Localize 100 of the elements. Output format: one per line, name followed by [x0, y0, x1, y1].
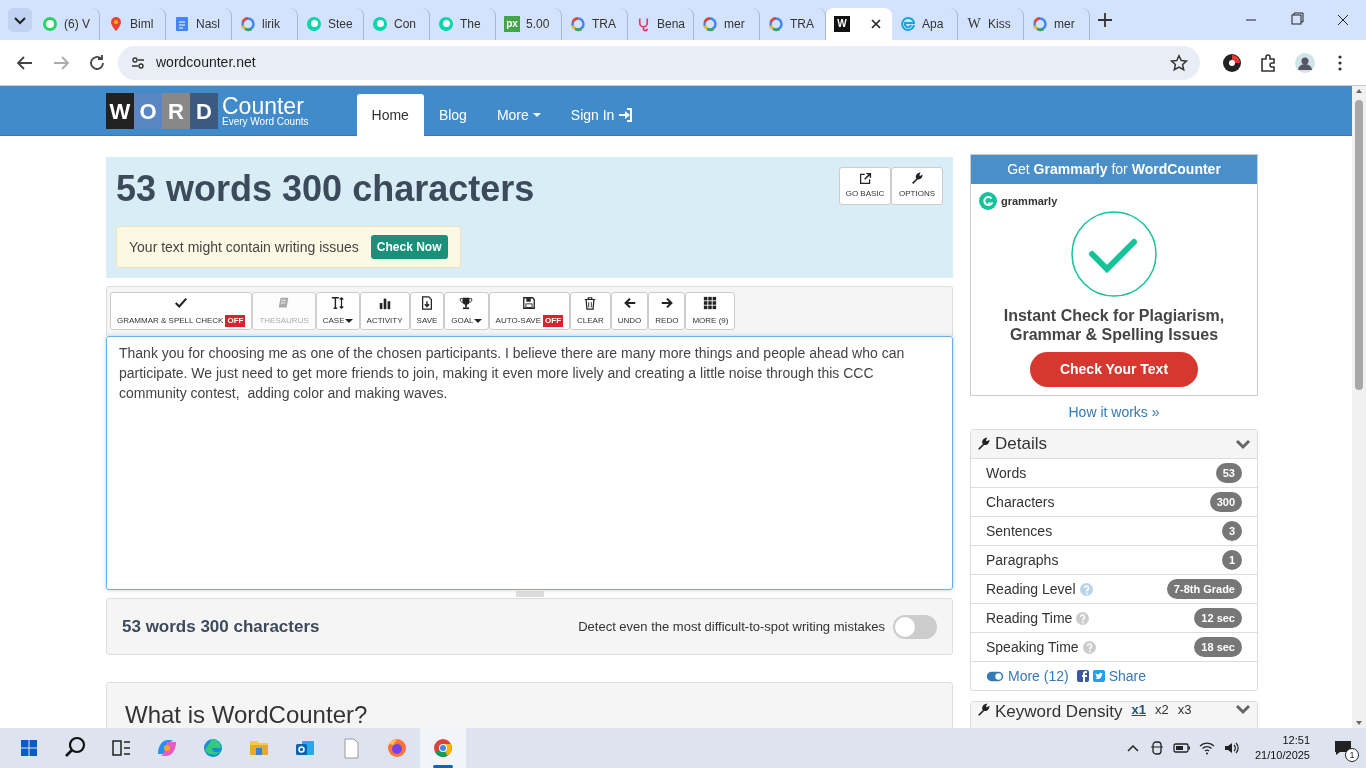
stat-label: Characters [986, 492, 1055, 512]
check-now-button[interactable]: Check Now [370, 235, 448, 260]
status-badge: OFF [225, 315, 246, 328]
stat-label: Words [986, 463, 1027, 483]
browser-icon[interactable] [420, 728, 466, 768]
toggle-switch[interactable] [893, 614, 937, 639]
alert-text: Your text might contain writing issues [129, 237, 359, 257]
toolbar-button[interactable]: GRAMMAR & SPELL CHECK OFF [110, 292, 253, 331]
stat-label: Sentences [986, 521, 1053, 541]
nav-link[interactable]: More [481, 94, 556, 136]
bookmark-star-icon[interactable] [1170, 53, 1188, 72]
density-option[interactable]: x3 [1177, 703, 1192, 718]
panel-title: Details [995, 433, 1048, 456]
volume-icon[interactable] [1222, 740, 1239, 756]
site-icon [438, 16, 454, 32]
external-link-icon [858, 172, 872, 185]
toolbar-button[interactable]: REDO [648, 292, 686, 331]
facebook-icon [1076, 670, 1089, 682]
site-settings-icon[interactable] [130, 54, 146, 71]
caret-icon [344, 317, 353, 326]
nav-link[interactable]: Home [356, 94, 424, 136]
notification-icon[interactable] [1334, 740, 1352, 756]
nav-link[interactable]: Sign In [555, 94, 648, 136]
scrollbar[interactable] [1352, 86, 1366, 728]
toggle-icon [986, 670, 1004, 682]
stat-label: Reading Time [986, 608, 1073, 628]
clock[interactable]: 12:51 21/10/2025 [1254, 733, 1310, 763]
toolbar-button[interactable]: CLEAR [570, 292, 611, 331]
density-option[interactable]: x2 [1155, 703, 1169, 718]
stat-label: Speaking Time [986, 637, 1079, 657]
more-link[interactable]: More (12) [986, 665, 1069, 687]
stat-value: 18 sec [1194, 636, 1242, 658]
density-option[interactable]: x1 [1131, 703, 1147, 718]
toolbar-button[interactable]: UNDO [610, 292, 649, 331]
browser-tab[interactable]: W [826, 8, 892, 40]
extension-icon[interactable] [1222, 52, 1242, 73]
toolbar-button[interactable]: GO BASIC [839, 167, 891, 205]
scrollbar-thumb[interactable] [1355, 100, 1363, 390]
stat-value: 3 [1221, 520, 1242, 542]
ad-panel: Get Grammarly for WordCounter grammarly Instant Check for Plagiarism, Grammar & Spelling Issues Check Your Text [970, 154, 1258, 396]
wifi-icon[interactable] [1198, 740, 1215, 756]
check-your-text-button[interactable]: Check Your Text [1030, 352, 1198, 387]
site-icon [570, 16, 586, 32]
toolbar-button[interactable]: CASE [315, 292, 360, 331]
site-icon [1032, 16, 1048, 32]
resize-handle[interactable] [515, 591, 544, 598]
site-icon [702, 16, 718, 32]
toolbar-button[interactable]: OPTIONS [891, 167, 943, 205]
address-bar[interactable]: wordcounter.net [118, 45, 1200, 80]
check-circle-icon [1070, 210, 1158, 298]
wrench-icon [910, 172, 924, 185]
site-icon: W [834, 16, 850, 32]
wrench-icon [977, 437, 991, 451]
stat-value: 7-8th Grade [1166, 578, 1242, 600]
how-it-works-link[interactable]: How it works » [1068, 404, 1160, 420]
site-icon [900, 16, 916, 32]
grid-icon [703, 296, 718, 311]
site-icon [306, 16, 322, 32]
stat-value: 1 [1221, 549, 1242, 571]
site-icon [174, 16, 190, 32]
caret-icon [473, 317, 482, 326]
site-icon [42, 16, 58, 32]
info-panel: What is WordCounter? [106, 682, 953, 728]
toolbar-button[interactable]: AUTO-SAVE OFF [488, 292, 571, 331]
ad-header: Get Grammarly for WordCounter [971, 155, 1257, 184]
nav-link[interactable]: Blog [423, 94, 482, 136]
word-count-summary: 53 words 300 characters [122, 615, 320, 638]
download-document-icon [419, 296, 434, 311]
battery-icon[interactable] [1172, 740, 1191, 756]
caret-icon [532, 111, 541, 119]
stat-label: Reading Level [986, 579, 1076, 599]
site-icon: W [966, 16, 982, 32]
toolbar-button[interactable]: MORE (9) [685, 292, 736, 331]
toolbar-button[interactable]: ACTIVITY [359, 292, 410, 331]
profile-avatar[interactable] [1294, 51, 1316, 74]
stat-value: 53 [1215, 462, 1242, 484]
toolbar-button[interactable]: GOAL [444, 292, 489, 331]
site-icon [636, 16, 651, 32]
stat-value: 300 [1209, 491, 1242, 513]
wrench-icon [977, 703, 991, 717]
site-icon [768, 16, 784, 32]
site-icon: px [504, 16, 520, 32]
toolbar-button[interactable]: SAVE [409, 292, 445, 331]
device-icon[interactable] [1148, 740, 1165, 756]
check-icon [174, 296, 189, 311]
stat-label: Paragraphs [986, 550, 1059, 570]
stat-value: 12 sec [1194, 607, 1242, 629]
bar-chart-icon [377, 296, 392, 311]
ad-headline: Instant Check for Plagiarism, Grammar & Spelling Issues [1002, 306, 1226, 344]
tab-search-button[interactable] [6, 6, 34, 34]
chevron-down-icon[interactable] [1235, 703, 1251, 715]
text-editor[interactable]: Thank you for choosing me as one of the chosen participants. I believe there are many more things and people ahead who can participate. We just need to get more friends to join, making it even more lively and creating a little noise through this CCC community contest, adding color and making waves. [106, 336, 953, 591]
chevron-down-icon[interactable] [1235, 438, 1251, 450]
text-case-icon [330, 296, 345, 311]
extensions-icon[interactable] [1258, 52, 1278, 73]
trophy-icon [459, 296, 474, 311]
panel-title: Keyword Density [995, 703, 1123, 722]
brand-logo-icon [979, 192, 997, 210]
notification-count: 1 [1345, 748, 1359, 762]
share-link[interactable]: Share [1076, 665, 1147, 687]
